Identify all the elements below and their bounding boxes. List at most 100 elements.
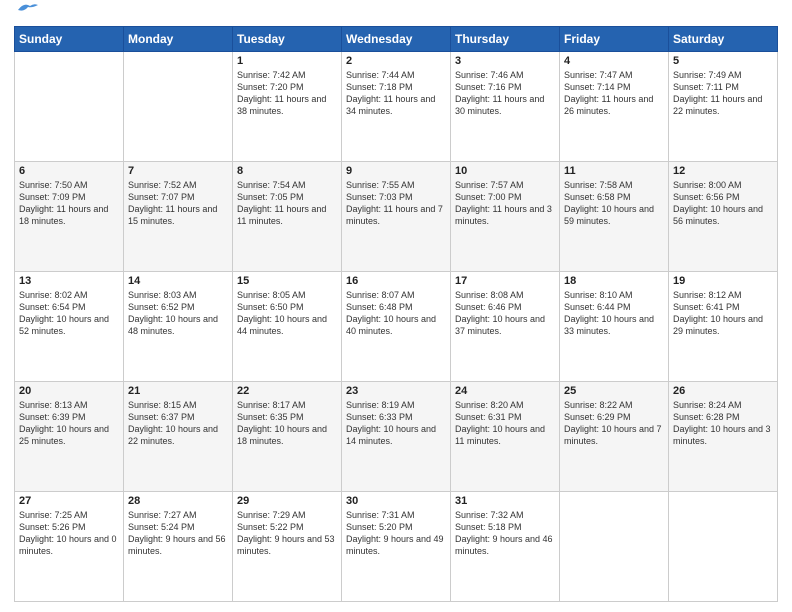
day-info: Sunrise: 8:22 AM Sunset: 6:29 PM Dayligh…	[564, 399, 664, 448]
day-number: 24	[455, 385, 555, 397]
day-cell: 25 Sunrise: 8:22 AM Sunset: 6:29 PM Dayli…	[560, 382, 669, 492]
day-cell: 21 Sunrise: 8:15 AM Sunset: 6:37 PM Dayli…	[124, 382, 233, 492]
day-info: Sunrise: 8:24 AM Sunset: 6:28 PM Dayligh…	[673, 399, 773, 448]
day-number: 27	[19, 495, 119, 507]
weekday-header-wednesday: Wednesday	[342, 27, 451, 52]
day-number: 30	[346, 495, 446, 507]
day-number: 3	[455, 55, 555, 67]
day-number: 1	[237, 55, 337, 67]
day-info: Sunrise: 7:29 AM Sunset: 5:22 PM Dayligh…	[237, 509, 337, 558]
day-number: 6	[19, 165, 119, 177]
day-info: Sunrise: 8:19 AM Sunset: 6:33 PM Dayligh…	[346, 399, 446, 448]
day-number: 21	[128, 385, 228, 397]
weekday-header-row: SundayMondayTuesdayWednesdayThursdayFrid…	[15, 27, 778, 52]
day-number: 7	[128, 165, 228, 177]
day-number: 26	[673, 385, 773, 397]
day-info: Sunrise: 8:13 AM Sunset: 6:39 PM Dayligh…	[19, 399, 119, 448]
day-info: Sunrise: 7:52 AM Sunset: 7:07 PM Dayligh…	[128, 179, 228, 228]
day-number: 2	[346, 55, 446, 67]
day-number: 15	[237, 275, 337, 287]
day-number: 13	[19, 275, 119, 287]
day-cell: 31Sunrise: 7:32 AM Sunset: 5:18 PM Dayli…	[451, 492, 560, 602]
day-number: 18	[564, 275, 664, 287]
day-cell: 7 Sunrise: 7:52 AM Sunset: 7:07 PM Daylig…	[124, 162, 233, 272]
day-info: Sunrise: 8:15 AM Sunset: 6:37 PM Dayligh…	[128, 399, 228, 448]
day-cell	[560, 492, 669, 602]
day-number: 29	[237, 495, 337, 507]
day-cell: 13 Sunrise: 8:02 AM Sunset: 6:54 PM Dayli…	[15, 272, 124, 382]
day-cell: 1Sunrise: 7:42 AM Sunset: 7:20 PM Daylig…	[233, 52, 342, 162]
day-info: Sunrise: 8:08 AM Sunset: 6:46 PM Dayligh…	[455, 289, 555, 338]
day-info: Sunrise: 8:10 AM Sunset: 6:44 PM Dayligh…	[564, 289, 664, 338]
day-cell: 2Sunrise: 7:44 AM Sunset: 7:18 PM Daylig…	[342, 52, 451, 162]
day-cell: 23 Sunrise: 8:19 AM Sunset: 6:33 PM Dayli…	[342, 382, 451, 492]
day-number: 23	[346, 385, 446, 397]
day-info: Sunrise: 7:54 AM Sunset: 7:05 PM Dayligh…	[237, 179, 337, 228]
day-cell: 8 Sunrise: 7:54 AM Sunset: 7:05 PM Daylig…	[233, 162, 342, 272]
day-info: Sunrise: 7:46 AM Sunset: 7:16 PM Dayligh…	[455, 69, 555, 118]
day-cell: 11 Sunrise: 7:58 AM Sunset: 6:58 PM Dayli…	[560, 162, 669, 272]
day-cell: 19 Sunrise: 8:12 AM Sunset: 6:41 PM Dayli…	[669, 272, 778, 382]
day-number: 25	[564, 385, 664, 397]
day-cell: 15 Sunrise: 8:05 AM Sunset: 6:50 PM Dayli…	[233, 272, 342, 382]
day-cell: 17 Sunrise: 8:08 AM Sunset: 6:46 PM Dayli…	[451, 272, 560, 382]
day-cell	[15, 52, 124, 162]
day-cell: 30 Sunrise: 7:31 AM Sunset: 5:20 PM Dayli…	[342, 492, 451, 602]
day-number: 22	[237, 385, 337, 397]
day-cell: 9Sunrise: 7:55 AM Sunset: 7:03 PM Daylig…	[342, 162, 451, 272]
day-cell: 12Sunrise: 8:00 AM Sunset: 6:56 PM Dayli…	[669, 162, 778, 272]
page: SundayMondayTuesdayWednesdayThursdayFrid…	[0, 0, 792, 612]
day-number: 11	[564, 165, 664, 177]
week-row-5: 27 Sunrise: 7:25 AM Sunset: 5:26 PM Dayli…	[15, 492, 778, 602]
day-number: 10	[455, 165, 555, 177]
day-cell: 24 Sunrise: 8:20 AM Sunset: 6:31 PM Dayli…	[451, 382, 560, 492]
day-info: Sunrise: 7:25 AM Sunset: 5:26 PM Dayligh…	[19, 509, 119, 558]
day-info: Sunrise: 8:20 AM Sunset: 6:31 PM Dayligh…	[455, 399, 555, 448]
calendar-table: SundayMondayTuesdayWednesdayThursdayFrid…	[14, 26, 778, 602]
day-cell: 26 Sunrise: 8:24 AM Sunset: 6:28 PM Dayli…	[669, 382, 778, 492]
day-cell: 28 Sunrise: 7:27 AM Sunset: 5:24 PM Dayli…	[124, 492, 233, 602]
day-number: 8	[237, 165, 337, 177]
day-cell	[669, 492, 778, 602]
week-row-3: 13 Sunrise: 8:02 AM Sunset: 6:54 PM Dayli…	[15, 272, 778, 382]
day-number: 14	[128, 275, 228, 287]
day-cell: 27 Sunrise: 7:25 AM Sunset: 5:26 PM Dayli…	[15, 492, 124, 602]
week-row-2: 6Sunrise: 7:50 AM Sunset: 7:09 PM Daylig…	[15, 162, 778, 272]
day-cell: 18 Sunrise: 8:10 AM Sunset: 6:44 PM Dayli…	[560, 272, 669, 382]
day-cell: 6Sunrise: 7:50 AM Sunset: 7:09 PM Daylig…	[15, 162, 124, 272]
day-number: 28	[128, 495, 228, 507]
day-cell: 29 Sunrise: 7:29 AM Sunset: 5:22 PM Dayli…	[233, 492, 342, 602]
day-info: Sunrise: 8:17 AM Sunset: 6:35 PM Dayligh…	[237, 399, 337, 448]
day-info: Sunrise: 8:05 AM Sunset: 6:50 PM Dayligh…	[237, 289, 337, 338]
week-row-4: 20 Sunrise: 8:13 AM Sunset: 6:39 PM Dayli…	[15, 382, 778, 492]
day-number: 5	[673, 55, 773, 67]
day-number: 4	[564, 55, 664, 67]
day-number: 17	[455, 275, 555, 287]
weekday-header-sunday: Sunday	[15, 27, 124, 52]
day-number: 16	[346, 275, 446, 287]
logo-bird-icon	[16, 2, 38, 18]
day-number: 9	[346, 165, 446, 177]
day-info: Sunrise: 8:03 AM Sunset: 6:52 PM Dayligh…	[128, 289, 228, 338]
weekday-header-monday: Monday	[124, 27, 233, 52]
day-cell: 16 Sunrise: 8:07 AM Sunset: 6:48 PM Dayli…	[342, 272, 451, 382]
day-number: 20	[19, 385, 119, 397]
weekday-header-tuesday: Tuesday	[233, 27, 342, 52]
day-cell: 14 Sunrise: 8:03 AM Sunset: 6:52 PM Dayli…	[124, 272, 233, 382]
weekday-header-saturday: Saturday	[669, 27, 778, 52]
day-info: Sunrise: 8:12 AM Sunset: 6:41 PM Dayligh…	[673, 289, 773, 338]
week-row-1: 1Sunrise: 7:42 AM Sunset: 7:20 PM Daylig…	[15, 52, 778, 162]
day-info: Sunrise: 7:58 AM Sunset: 6:58 PM Dayligh…	[564, 179, 664, 228]
day-info: Sunrise: 7:57 AM Sunset: 7:00 PM Dayligh…	[455, 179, 555, 228]
day-cell: 5Sunrise: 7:49 AM Sunset: 7:11 PM Daylig…	[669, 52, 778, 162]
day-number: 31	[455, 495, 555, 507]
day-cell	[124, 52, 233, 162]
day-info: Sunrise: 8:07 AM Sunset: 6:48 PM Dayligh…	[346, 289, 446, 338]
day-cell: 20 Sunrise: 8:13 AM Sunset: 6:39 PM Dayli…	[15, 382, 124, 492]
day-info: Sunrise: 7:31 AM Sunset: 5:20 PM Dayligh…	[346, 509, 446, 558]
day-number: 19	[673, 275, 773, 287]
day-cell: 22 Sunrise: 8:17 AM Sunset: 6:35 PM Dayli…	[233, 382, 342, 492]
day-number: 12	[673, 165, 773, 177]
day-info: Sunrise: 7:27 AM Sunset: 5:24 PM Dayligh…	[128, 509, 228, 558]
day-info: Sunrise: 8:02 AM Sunset: 6:54 PM Dayligh…	[19, 289, 119, 338]
